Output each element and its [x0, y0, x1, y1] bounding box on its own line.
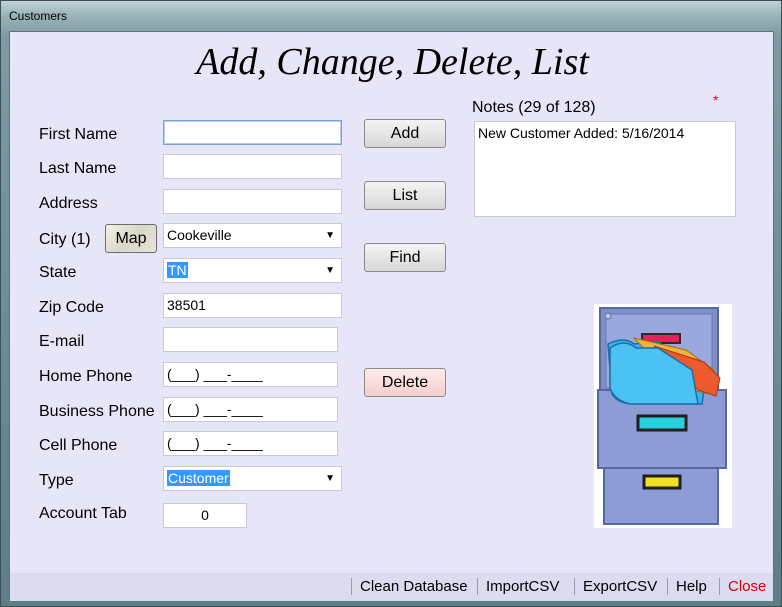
clean-database-link[interactable]: Clean Database: [351, 578, 468, 595]
file-cabinet-icon: [594, 304, 732, 528]
business-phone-input[interactable]: (___) ___-____: [163, 397, 338, 422]
bottom-menu-bar: Clean Database ImportCSV ExportCSV Help …: [10, 573, 773, 601]
delete-button[interactable]: Delete: [364, 368, 446, 397]
first-name-label: First Name: [39, 126, 118, 143]
notes-label: Notes (29 of 128): [472, 99, 596, 116]
type-label: Type: [39, 472, 74, 489]
email-label: E-mail: [39, 333, 85, 350]
import-csv-link[interactable]: ImportCSV: [477, 578, 559, 595]
business-phone-label: Business Phone: [39, 403, 155, 420]
account-tab-label: Account Tab: [39, 505, 127, 522]
zip-code-input[interactable]: 38501: [163, 293, 342, 318]
form-client-area: Add, Change, Delete, List First Name Las…: [9, 31, 774, 601]
close-link[interactable]: Close: [719, 578, 766, 595]
home-phone-label: Home Phone: [39, 368, 133, 385]
address-label: Address: [39, 195, 98, 212]
state-label: State: [39, 264, 77, 281]
window-title: Customers: [9, 9, 68, 23]
home-phone-input[interactable]: (___) ___-____: [163, 362, 338, 387]
list-button[interactable]: List: [364, 181, 446, 210]
find-button[interactable]: Find: [364, 243, 446, 272]
title-bar[interactable]: Customers: [1, 1, 781, 31]
email-input[interactable]: [163, 327, 338, 352]
cell-phone-label: Cell Phone: [39, 437, 118, 454]
state-select-value: TN: [167, 262, 188, 278]
add-button[interactable]: Add: [364, 119, 446, 148]
page-title: Add, Change, Delete, List: [196, 41, 589, 83]
chevron-down-icon[interactable]: ▼: [325, 265, 335, 276]
first-name-input[interactable]: [163, 120, 342, 145]
notes-textarea[interactable]: New Customer Added: 5/16/2014: [474, 121, 736, 217]
export-csv-link[interactable]: ExportCSV: [574, 578, 657, 595]
map-button-label: Map: [115, 230, 147, 247]
zip-code-label: Zip Code: [39, 299, 104, 316]
map-button[interactable]: Map: [105, 224, 157, 253]
account-tab-input[interactable]: 0: [163, 503, 247, 528]
address-input[interactable]: [163, 189, 342, 214]
type-select-value: Customer: [167, 470, 230, 486]
cell-phone-input[interactable]: (___) ___-____: [163, 431, 338, 456]
city-select-value: Cookeville: [167, 227, 232, 243]
state-select[interactable]: TN ▼: [163, 258, 342, 283]
chevron-down-icon[interactable]: ▼: [325, 230, 335, 241]
city-label: City (1): [39, 231, 91, 248]
type-select[interactable]: Customer ▼: [163, 466, 342, 491]
city-select[interactable]: Cookeville ▼: [163, 223, 342, 248]
required-asterisk: *: [713, 92, 719, 108]
last-name-label: Last Name: [39, 160, 117, 177]
last-name-input[interactable]: [163, 154, 342, 179]
customers-window: Customers Add, Change, Delete, List Firs…: [0, 0, 782, 607]
help-link[interactable]: Help: [667, 578, 707, 595]
chevron-down-icon[interactable]: ▼: [325, 473, 335, 484]
